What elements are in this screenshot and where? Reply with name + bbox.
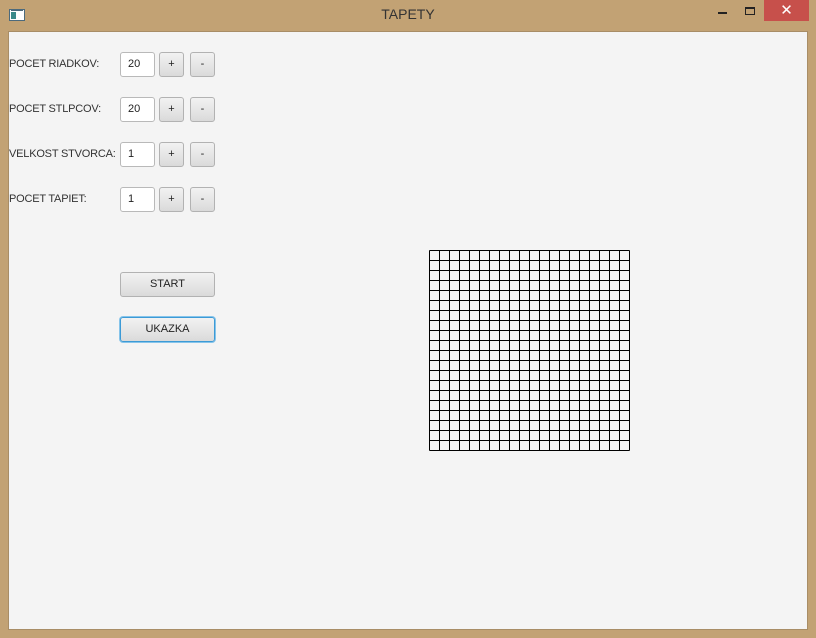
wallpaper-preview-grid [429,250,630,451]
columns-minus-button[interactable]: - [190,97,215,122]
rows-input[interactable]: 20 [120,52,155,77]
maximize-button[interactable] [737,0,763,21]
close-button[interactable]: ✕ [764,0,809,21]
wallpaper-count-input[interactable]: 1 [120,187,155,212]
minimize-icon [717,12,727,14]
maximize-icon [745,7,755,15]
client-area: POCET RIADKOV: 20 + - POCET STLPCOV: 20 … [8,31,808,630]
rows-label: POCET RIADKOV: [9,58,100,70]
wallpaper-count-label: POCET TAPIET: [9,193,87,205]
ukazka-button[interactable]: UKAZKA [120,317,215,342]
start-button[interactable]: START [120,272,215,297]
columns-plus-button[interactable]: + [159,97,184,122]
columns-input[interactable]: 20 [120,97,155,122]
square-size-plus-button[interactable]: + [159,142,184,167]
window-title: TAPETY [381,6,435,22]
close-icon: ✕ [780,2,793,19]
wallpaper-count-minus-button[interactable]: - [190,187,215,212]
wallpaper-count-plus-button[interactable]: + [159,187,184,212]
square-size-label: VELKOST STVORCA: [9,148,116,160]
columns-label: POCET STLPCOV: [9,103,101,115]
square-size-minus-button[interactable]: - [190,142,215,167]
title-bar[interactable]: TAPETY ✕ [0,0,816,31]
square-size-input[interactable]: 1 [120,142,155,167]
rows-minus-button[interactable]: - [190,52,215,77]
rows-plus-button[interactable]: + [159,52,184,77]
minimize-button[interactable] [708,0,736,21]
